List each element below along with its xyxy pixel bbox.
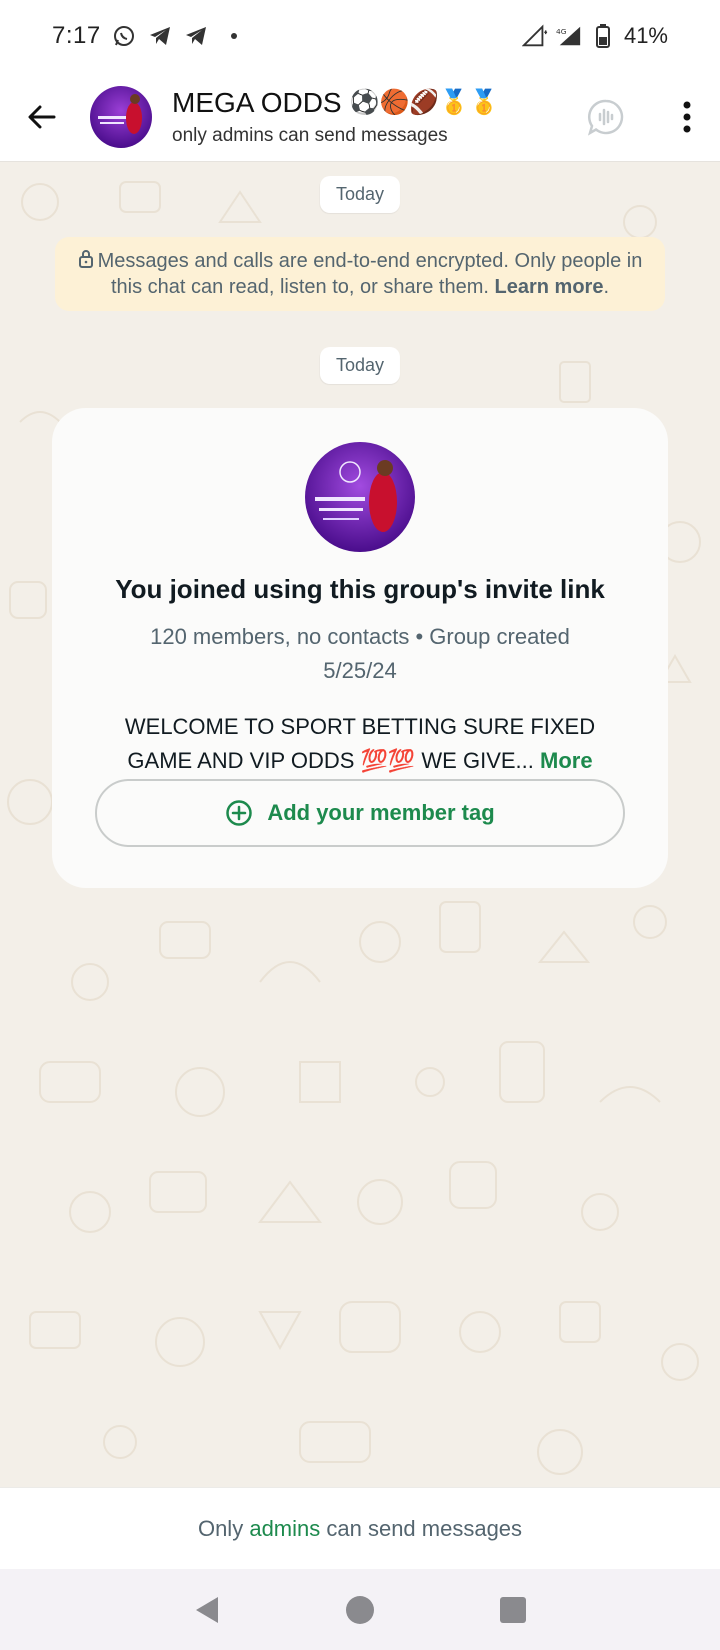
system-nav-bar	[0, 1569, 720, 1650]
group-meta: 120 members, no contacts • Group created…	[150, 624, 570, 683]
learn-more-link[interactable]: Learn more	[495, 276, 604, 298]
back-button[interactable]	[0, 72, 84, 162]
group-description-text: WELCOME TO SPORT BETTING SURE FIXED GAME…	[124, 714, 596, 773]
status-time: 7:17	[52, 22, 101, 49]
lock-icon	[78, 250, 93, 268]
encryption-notice[interactable]: Messages and calls are end-to-end encryp…	[55, 237, 665, 311]
add-member-tag-button[interactable]: Add your member tag	[95, 779, 625, 847]
nav-back-button[interactable]	[187, 1590, 227, 1630]
admins-only-footer: Only admins can send messages	[0, 1487, 720, 1569]
status-bar: 7:17 4G 41%	[0, 0, 720, 72]
group-avatar-large[interactable]	[305, 442, 415, 552]
telegram-icon	[147, 23, 173, 49]
whatsapp-icon	[111, 23, 137, 49]
group-description: WELCOME TO SPORT BETTING SURE FIXED GAME…	[92, 710, 628, 778]
footer-suffix: can send messages	[326, 1515, 523, 1541]
group-name: MEGA ODDS	[172, 86, 342, 118]
svg-text:4G: 4G	[556, 27, 567, 36]
group-info-card: You joined using this group's invite lin…	[52, 408, 668, 888]
date-chip: Today	[319, 347, 401, 384]
back-arrow-icon	[28, 105, 56, 128]
nav-home-button[interactable]	[340, 1590, 380, 1630]
signal-icon	[521, 23, 548, 49]
more-options-button[interactable]	[662, 87, 712, 147]
nav-recents-button[interactable]	[493, 1590, 533, 1630]
card-title: You joined using this group's invite lin…	[115, 574, 605, 604]
admins-link[interactable]: admins	[249, 1516, 320, 1542]
nav-recents-icon	[500, 1596, 527, 1623]
voice-chat-icon	[587, 99, 624, 136]
group-name-emojis: ⚽🏀🏈🥇🥇	[349, 89, 500, 116]
group-avatar[interactable]	[90, 85, 152, 148]
telegram-icon	[183, 23, 209, 49]
battery-icon	[590, 23, 616, 49]
notification-dot-icon	[230, 33, 237, 39]
add-circle-icon	[226, 800, 253, 826]
date-chip: Today	[319, 176, 401, 213]
battery-percent: 41%	[623, 23, 668, 48]
footer-prefix: Only	[197, 1515, 244, 1541]
nav-back-icon	[195, 1596, 218, 1623]
more-link[interactable]: More	[540, 748, 593, 773]
add-member-tag-label: Add your member tag	[267, 800, 495, 825]
more-vert-icon	[683, 101, 691, 132]
chat-header: MEGA ODDS ⚽🏀🏈🥇🥇 only admins can send mes…	[0, 72, 720, 162]
group-subtitle: only admins can send messages	[172, 124, 448, 146]
chat-area[interactable]: Today Messages and calls are end-to-end …	[0, 162, 720, 1487]
voice-chat-button[interactable]	[576, 87, 636, 147]
signal-4g-icon: 4G	[556, 23, 582, 49]
nav-home-icon	[345, 1595, 374, 1624]
